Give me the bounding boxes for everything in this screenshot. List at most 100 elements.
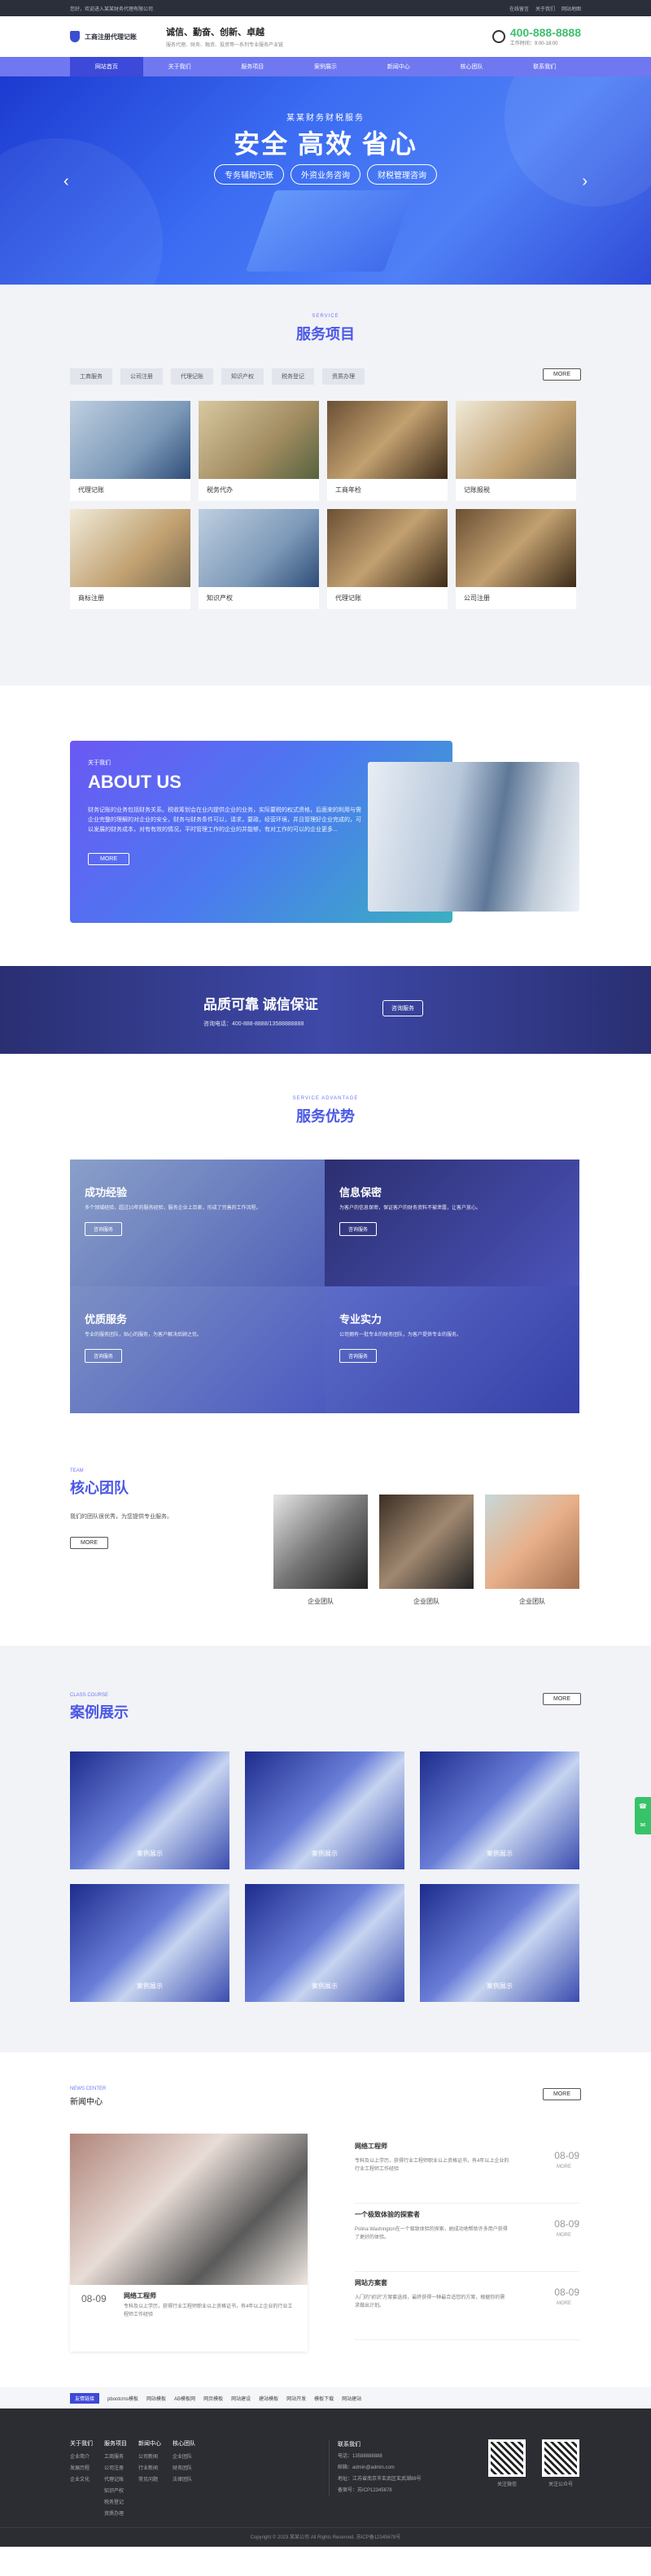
consult-button[interactable]: 咨询服务 — [85, 1222, 123, 1236]
case-label: 案例展示 — [137, 1982, 163, 1990]
footer-link[interactable]: 企业团队 — [173, 2452, 195, 2460]
advantage-desc: 为客户的信息保密，保证客户的财务资料不被泄露，让客户放心。 — [339, 1206, 482, 1211]
logo[interactable]: 工商注册代理记账 — [70, 31, 159, 42]
floating-contact[interactable]: ☎ ✉ — [635, 1797, 651, 1834]
footer-link[interactable]: 企业简介 — [70, 2452, 93, 2460]
service-card[interactable]: 公司注册 — [456, 509, 576, 609]
footer-link[interactable]: 公司注册 — [104, 2464, 127, 2471]
consult-button[interactable]: 咨询服务 — [339, 1222, 378, 1236]
service-image — [456, 509, 576, 587]
footer-link[interactable]: 税务登记 — [104, 2498, 127, 2505]
top-link-about[interactable]: 关于我们 — [535, 5, 555, 12]
phone-icon — [492, 29, 505, 43]
nav-contact[interactable]: 联系我们 — [508, 57, 581, 76]
case-card[interactable]: 案例展示 — [245, 1751, 404, 1869]
team-member[interactable]: 企业团队 — [379, 1495, 474, 1606]
footer-link[interactable]: 常见问题 — [138, 2475, 161, 2482]
footer-link[interactable]: 代理记账 — [104, 2475, 127, 2482]
chat-icon[interactable]: ✉ — [640, 1821, 646, 1829]
friend-link[interactable]: 网站开发 — [286, 2395, 306, 2402]
footer-link[interactable]: 资质办理 — [104, 2509, 127, 2517]
nav-about[interactable]: 关于我们 — [143, 57, 216, 76]
friend-link[interactable]: pbootcms模板 — [107, 2395, 138, 2402]
news-more-link[interactable]: MORE — [557, 2165, 571, 2169]
tab-tax[interactable]: 税务登记 — [272, 368, 314, 385]
more-button[interactable]: MORE — [70, 1537, 108, 1549]
top-link-message[interactable]: 在线留言 — [509, 5, 529, 12]
section-title: 案例展示 — [70, 1704, 129, 1721]
nav-home[interactable]: 网站首页 — [70, 57, 143, 76]
tab-ip[interactable]: 知识产权 — [221, 368, 264, 385]
service-card[interactable]: 知识产权 — [199, 509, 319, 609]
case-card[interactable]: 案例展示 — [245, 1884, 404, 2002]
prev-arrow-icon[interactable]: ‹ — [63, 172, 69, 191]
consult-button[interactable]: 咨询服务 — [85, 1349, 123, 1363]
member-name: 企业团队 — [519, 1598, 545, 1605]
footer-link[interactable]: 企业文化 — [70, 2475, 93, 2482]
section-title: 新闻中心 — [70, 2098, 103, 2107]
service-card[interactable]: 税务代办 — [199, 401, 319, 501]
friend-link[interactable]: 网站建设 — [231, 2395, 251, 2402]
footer-link[interactable]: 行业新闻 — [138, 2464, 161, 2471]
news-more-link[interactable]: MORE — [557, 2233, 571, 2238]
case-card[interactable]: 案例展示 — [420, 1751, 579, 1869]
section-en-title: SERVICE ADVANTAGE — [292, 1096, 359, 1101]
footer: 关于我们 企业简介 发展历程 企业文化 服务项目 工商服务 公司注册 代理记账 知识产权 税务登… — [0, 2408, 651, 2547]
nav-team[interactable]: 核心团队 — [435, 57, 509, 76]
friend-link[interactable]: 网站模板 — [146, 2395, 166, 2402]
footer-link[interactable]: 财务团队 — [173, 2464, 195, 2471]
news-item[interactable]: 网站方案套 入门的"初识"方案套选择，最终获得一种最合适您的方案，根据你的需求做出… — [355, 2272, 579, 2340]
service-card[interactable]: 代理记账 — [327, 509, 448, 609]
nav-cases[interactable]: 案例展示 — [289, 57, 362, 76]
nav-news[interactable]: 新闻中心 — [362, 57, 435, 76]
qr-label: 关注微信 — [496, 2482, 517, 2487]
case-card[interactable]: 案例展示 — [70, 1751, 229, 1869]
advantage-title: 专业实力 — [339, 1313, 382, 1325]
more-button[interactable]: MORE — [543, 368, 581, 381]
top-link-sitemap[interactable]: 网站地图 — [561, 5, 581, 12]
more-button[interactable]: MORE — [543, 2088, 581, 2100]
friend-link[interactable]: 模板下载 — [314, 2395, 334, 2402]
footer-link[interactable]: 工商服务 — [104, 2452, 127, 2460]
footer-link[interactable]: 知识产权 — [104, 2487, 127, 2494]
news-more-link[interactable]: MORE — [557, 2301, 571, 2306]
links-label: 友情链接 — [70, 2392, 100, 2404]
service-card[interactable]: 代理记账 — [70, 401, 190, 501]
consult-button[interactable]: 咨询服务 — [382, 1000, 423, 1016]
friend-link[interactable]: 网站建站 — [342, 2395, 361, 2402]
service-image — [70, 401, 190, 479]
tab-bookkeeping[interactable]: 代理记账 — [171, 368, 213, 385]
friend-link[interactable]: 网页模板 — [203, 2395, 223, 2402]
footer-link[interactable]: 发展历程 — [70, 2464, 93, 2471]
section-title: 服务项目 — [296, 326, 355, 342]
friend-link[interactable]: AB模板网 — [174, 2395, 195, 2402]
next-arrow-icon[interactable]: › — [582, 172, 588, 191]
qr-code-icon — [542, 2439, 579, 2477]
case-card[interactable]: 案例展示 — [70, 1884, 229, 2002]
slogan-title: 诚信、勤奋、创新、卓越 — [166, 28, 264, 37]
service-card[interactable]: 商标注册 — [70, 509, 190, 609]
team-member[interactable]: 企业团队 — [273, 1495, 368, 1606]
team-member[interactable]: 企业团队 — [485, 1495, 579, 1606]
more-button[interactable]: MORE — [543, 1693, 581, 1705]
consult-button[interactable]: 咨询服务 — [339, 1349, 378, 1363]
phone-icon[interactable]: ☎ — [639, 1803, 647, 1810]
footer-heading: 服务项目 — [104, 2441, 127, 2447]
friend-link[interactable]: 建站模板 — [259, 2395, 278, 2402]
featured-news[interactable]: 08-09 网络工程师 专科及以上学历，获得行业工程师职业以上资格证书，有4年以… — [70, 2134, 308, 2352]
service-label: 商标注册 — [78, 594, 104, 602]
case-card[interactable]: 案例展示 — [420, 1884, 579, 2002]
service-card[interactable]: 工商年检 — [327, 401, 448, 501]
nav-services[interactable]: 服务项目 — [216, 57, 289, 76]
service-card[interactable]: 记账报税 — [456, 401, 576, 501]
tab-register[interactable]: 公司注册 — [120, 368, 163, 385]
footer-link[interactable]: 公司新闻 — [138, 2452, 161, 2460]
news-item[interactable]: 一个极致体验的探索者 Polina Washington在一个极致体验的探索，她成… — [355, 2204, 579, 2272]
qr-code: 关注公众号 — [542, 2439, 579, 2487]
footer-link[interactable]: 法律团队 — [173, 2475, 195, 2482]
tab-qualification[interactable]: 资质办理 — [322, 368, 365, 385]
news-item[interactable]: 网络工程师 专科及以上学历，获得行业工程师职业以上资格证书，有4年以上企业的行业工… — [355, 2135, 579, 2204]
tab-business[interactable]: 工商服务 — [70, 368, 112, 385]
news-title: 网络工程师 — [355, 2143, 387, 2150]
about-more-button[interactable]: MORE — [88, 853, 129, 865]
